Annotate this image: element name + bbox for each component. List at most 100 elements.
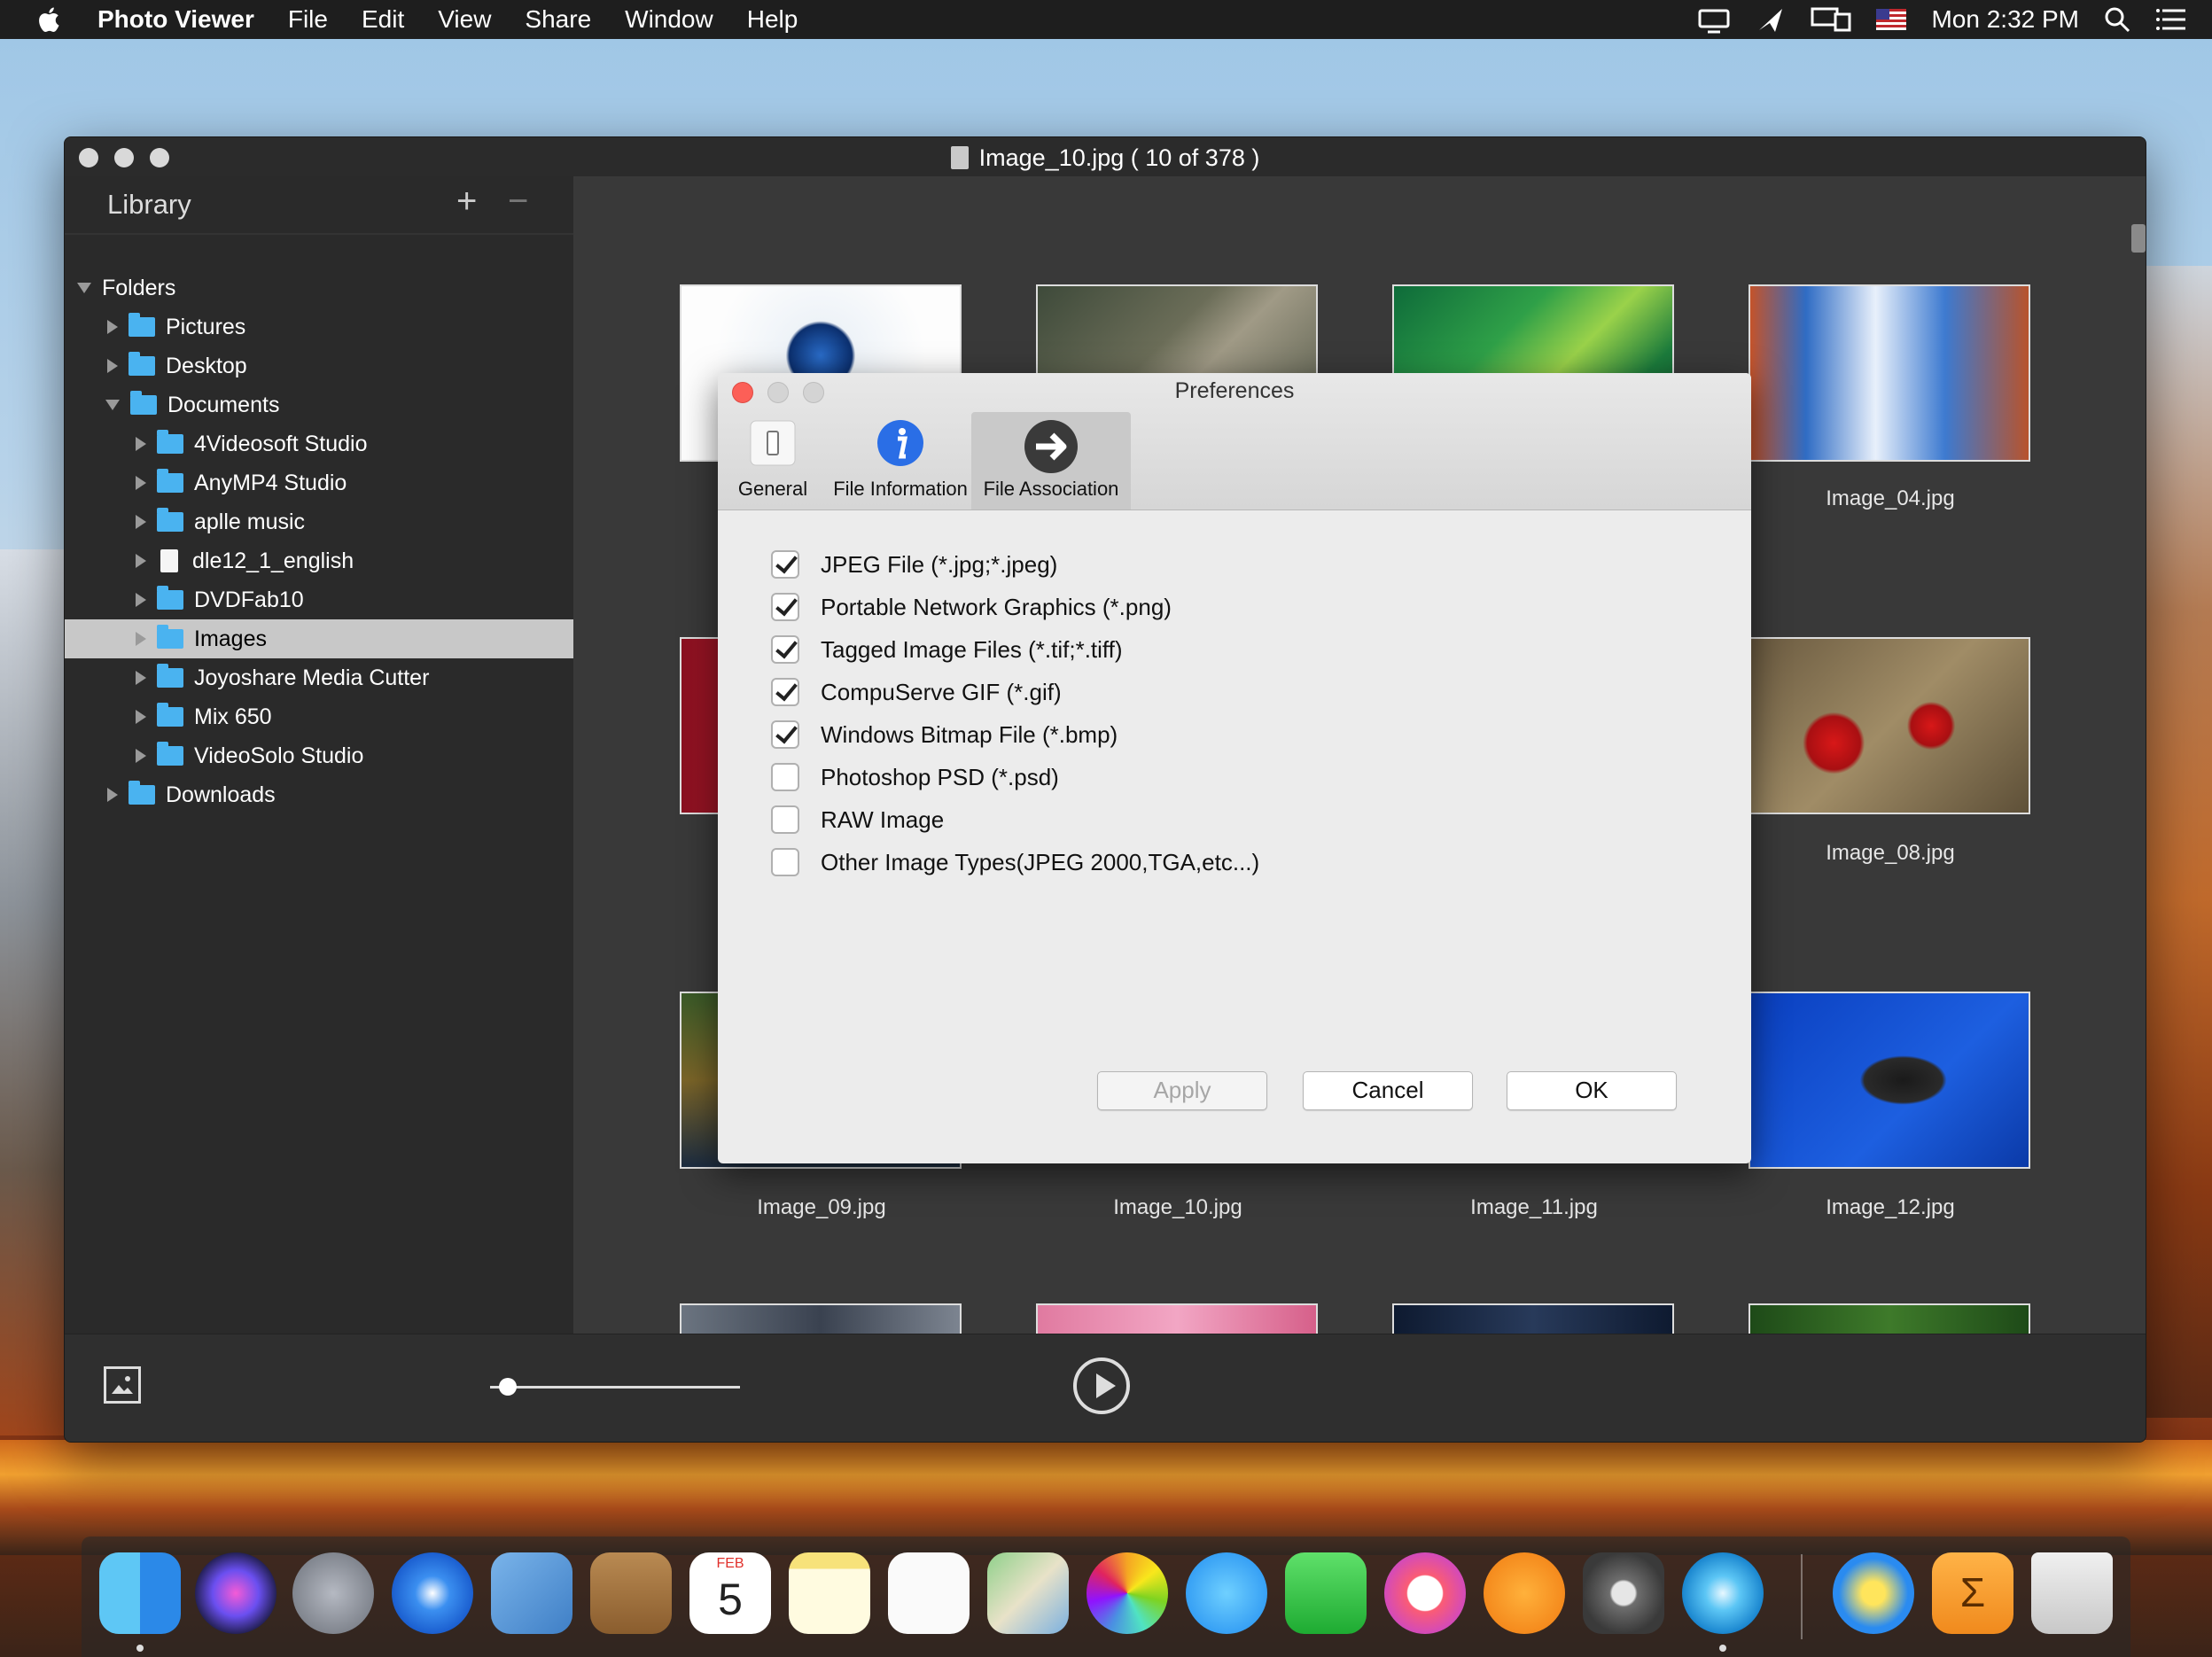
- tree-item-videosolo[interactable]: VideoSolo Studio: [65, 736, 573, 775]
- tree-item-downloads[interactable]: Downloads: [65, 775, 573, 814]
- notes-icon[interactable]: [789, 1552, 870, 1634]
- checkbox-checked[interactable]: [771, 635, 799, 664]
- tab-file-association[interactable]: File Association: [971, 412, 1131, 510]
- tree-item-anymp4[interactable]: AnyMP4 Studio: [65, 463, 573, 502]
- maps-icon[interactable]: [987, 1552, 1069, 1634]
- itunes-icon[interactable]: [1384, 1552, 1466, 1634]
- display-mirror-icon[interactable]: [1811, 5, 1851, 34]
- checkbox-unchecked[interactable]: [771, 848, 799, 876]
- contacts-icon[interactable]: [590, 1552, 672, 1634]
- disclosure-closed-icon[interactable]: [107, 359, 118, 373]
- menu-edit[interactable]: Edit: [362, 5, 404, 34]
- add-folder-button[interactable]: +: [456, 182, 477, 222]
- menu-app-name[interactable]: Photo Viewer: [97, 5, 254, 34]
- menu-view[interactable]: View: [438, 5, 491, 34]
- menu-window[interactable]: Window: [625, 5, 713, 34]
- thumbnail-image-13[interactable]: [680, 1303, 962, 1334]
- disclosure-closed-icon[interactable]: [107, 320, 118, 334]
- option-bmp[interactable]: Windows Bitmap File (*.bmp): [771, 713, 1259, 756]
- tree-item-images[interactable]: Images: [65, 619, 573, 658]
- disclosure-closed-icon[interactable]: [136, 749, 146, 763]
- system-preferences-icon[interactable]: [1583, 1552, 1664, 1634]
- disclosure-closed-icon[interactable]: [136, 515, 146, 529]
- thumbnail-image-12[interactable]: [1749, 992, 2030, 1169]
- checkbox-unchecked[interactable]: [771, 763, 799, 791]
- menu-file[interactable]: File: [288, 5, 328, 34]
- checkbox-checked[interactable]: [771, 678, 799, 706]
- notification-status-icon[interactable]: [1697, 5, 1731, 34]
- disclosure-closed-icon[interactable]: [136, 593, 146, 607]
- notification-center-icon[interactable]: [2155, 6, 2187, 33]
- tree-item-4videosoft[interactable]: 4Videosoft Studio: [65, 424, 573, 463]
- option-gif[interactable]: CompuServe GIF (*.gif): [771, 671, 1259, 713]
- thumbnail-image-16[interactable]: [1749, 1303, 2030, 1334]
- image-view-icon[interactable]: [104, 1366, 141, 1404]
- remove-folder-button[interactable]: −: [508, 182, 528, 222]
- apple-icon[interactable]: [34, 4, 66, 35]
- sigma-folder-icon[interactable]: Σ: [1932, 1552, 2013, 1634]
- disclosure-closed-icon[interactable]: [136, 554, 146, 568]
- reminders-icon[interactable]: [888, 1552, 970, 1634]
- launchpad-icon[interactable]: [292, 1552, 374, 1634]
- thumbnail-image-04[interactable]: [1749, 284, 2030, 462]
- checkbox-checked[interactable]: [771, 593, 799, 621]
- window-titlebar[interactable]: Image_10.jpg ( 10 of 378 ): [65, 137, 2146, 176]
- tree-folders[interactable]: Folders: [65, 268, 573, 307]
- ok-button[interactable]: OK: [1507, 1071, 1677, 1110]
- tree-item-documents[interactable]: Documents: [65, 385, 573, 424]
- tree-item-dvdfab10[interactable]: DVDFab10: [65, 580, 573, 619]
- safari-icon[interactable]: [392, 1552, 473, 1634]
- finder-icon[interactable]: [99, 1552, 181, 1634]
- option-other[interactable]: Other Image Types(JPEG 2000,TGA,etc...): [771, 841, 1259, 883]
- disclosure-closed-icon[interactable]: [136, 632, 146, 646]
- spotlight-search-icon[interactable]: [2104, 6, 2130, 33]
- cancel-button[interactable]: Cancel: [1303, 1071, 1473, 1110]
- disclosure-closed-icon[interactable]: [136, 437, 146, 451]
- facetime-icon[interactable]: [1285, 1552, 1367, 1634]
- disclosure-open-icon[interactable]: [105, 400, 120, 410]
- tree-item-aplle-music[interactable]: aplle music: [65, 502, 573, 541]
- thumbnail-size-slider[interactable]: [490, 1386, 740, 1389]
- option-png[interactable]: Portable Network Graphics (*.png): [771, 586, 1259, 628]
- apply-button[interactable]: Apply: [1097, 1071, 1267, 1110]
- photos-icon[interactable]: [1087, 1552, 1168, 1634]
- us-flag-icon[interactable]: [1876, 9, 1907, 30]
- messages-icon[interactable]: [1186, 1552, 1267, 1634]
- slider-knob[interactable]: [499, 1378, 517, 1396]
- disclosure-closed-icon[interactable]: [136, 476, 146, 490]
- mail-icon[interactable]: [491, 1552, 572, 1634]
- menu-share[interactable]: Share: [525, 5, 591, 34]
- app-icon[interactable]: [1833, 1552, 1914, 1634]
- thumbnail-image-14[interactable]: [1036, 1303, 1318, 1334]
- tab-general[interactable]: General: [725, 412, 821, 510]
- option-jpeg[interactable]: JPEG File (*.jpg;*.jpeg): [771, 543, 1259, 586]
- disclosure-open-icon[interactable]: [77, 283, 91, 293]
- disclosure-closed-icon[interactable]: [107, 788, 118, 802]
- calendar-icon[interactable]: FEB 5: [689, 1552, 771, 1634]
- checkbox-unchecked[interactable]: [771, 805, 799, 834]
- checkbox-checked[interactable]: [771, 550, 799, 579]
- siri-icon[interactable]: [195, 1552, 276, 1634]
- tree-item-joyoshare[interactable]: Joyoshare Media Cutter: [65, 658, 573, 697]
- option-tiff[interactable]: Tagged Image Files (*.tif;*.tiff): [771, 628, 1259, 671]
- tree-item-dle12[interactable]: dle12_1_english: [65, 541, 573, 580]
- vertical-scrollbar[interactable]: [2131, 224, 2146, 253]
- option-psd[interactable]: Photoshop PSD (*.psd): [771, 756, 1259, 798]
- thumbnail-image-15[interactable]: [1392, 1303, 1674, 1334]
- option-raw[interactable]: RAW Image: [771, 798, 1259, 841]
- menu-help[interactable]: Help: [747, 5, 798, 34]
- checkbox-checked[interactable]: [771, 720, 799, 749]
- trash-icon[interactable]: [2031, 1552, 2113, 1634]
- tree-item-mix650[interactable]: Mix 650: [65, 697, 573, 736]
- thumbnail-image-08[interactable]: [1749, 637, 2030, 814]
- airplay-status-icon[interactable]: [1756, 5, 1786, 34]
- tab-file-information[interactable]: File Information: [821, 412, 980, 510]
- photo-viewer-icon[interactable]: [1682, 1552, 1764, 1634]
- tree-item-pictures[interactable]: Pictures: [65, 307, 573, 346]
- disclosure-closed-icon[interactable]: [136, 671, 146, 685]
- menu-clock[interactable]: Mon 2:32 PM: [1931, 5, 2079, 34]
- slideshow-play-icon[interactable]: [1073, 1357, 1130, 1414]
- ibooks-icon[interactable]: [1484, 1552, 1565, 1634]
- disclosure-closed-icon[interactable]: [136, 710, 146, 724]
- tree-item-desktop[interactable]: Desktop: [65, 346, 573, 385]
